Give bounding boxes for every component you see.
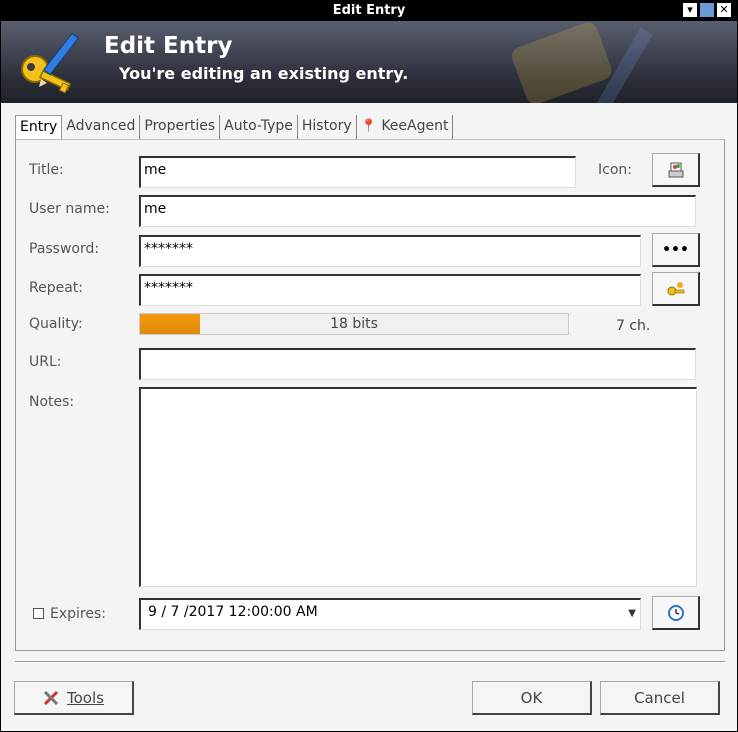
tab-label: KeeAgent	[381, 118, 449, 134]
icon-label: Icon:	[598, 162, 632, 178]
expires-label: Expires:	[50, 606, 106, 622]
notes-field[interactable]	[139, 387, 697, 587]
tab-entry[interactable]: Entry	[15, 115, 63, 140]
menu-icon[interactable]: ▾	[683, 3, 697, 17]
tab-history[interactable]: History	[298, 115, 357, 139]
quality-label: Quality:	[29, 316, 83, 332]
title-field[interactable]: me	[139, 156, 576, 188]
tab-label: Advanced	[66, 118, 136, 134]
expires-checkbox[interactable]	[33, 608, 44, 619]
generate-password-button[interactable]	[652, 272, 700, 306]
window-controls: ▾ ✕	[683, 3, 731, 17]
cancel-label: Cancel	[634, 688, 685, 707]
quality-meter: 18 bits	[139, 313, 569, 335]
toggle-password-button[interactable]: •••	[652, 233, 700, 267]
window-title: Edit Entry	[332, 3, 406, 18]
ok-label: OK	[520, 688, 543, 707]
tab-label: Auto-Type	[224, 118, 293, 134]
footer-separator	[15, 661, 725, 663]
cancel-button[interactable]: Cancel	[600, 681, 720, 715]
dots-icon: •••	[662, 241, 689, 258]
tab-strip: Entry Advanced Properties Auto-Type Hist…	[15, 115, 454, 140]
banner-watermark-icon	[511, 22, 653, 103]
tab-auto-type[interactable]: Auto-Type	[220, 115, 298, 139]
pin-icon: 📍	[360, 119, 377, 134]
char-count: 7 ch.	[616, 318, 651, 334]
quality-text: 18 bits	[330, 316, 378, 332]
maximize-icon[interactable]	[700, 3, 714, 17]
url-field[interactable]	[139, 348, 696, 380]
repeat-field[interactable]: *******	[139, 274, 641, 306]
edit-entry-window: Edit Entry ▾ ✕ Edit Entry You're editing…	[0, 0, 738, 732]
banner-title: Edit Entry	[104, 33, 233, 59]
close-icon[interactable]: ✕	[717, 3, 731, 17]
entry-icon	[668, 162, 683, 177]
url-label: URL:	[29, 354, 62, 370]
username-field[interactable]: me	[139, 195, 696, 227]
expires-datetime-field[interactable]: 9 / 7 /2017 12:00:00 AM ▼	[139, 598, 641, 630]
chevron-down-icon[interactable]: ▼	[628, 608, 636, 619]
password-label: Password:	[29, 241, 100, 257]
expires-value: 9 / 7 /2017 12:00:00 AM	[148, 604, 318, 620]
header-banner: Edit Entry You're editing an existing en…	[1, 21, 737, 103]
banner-subtitle: You're editing an existing entry.	[119, 64, 409, 83]
username-label: User name:	[29, 201, 110, 217]
tools-button[interactable]: Tools	[14, 681, 134, 715]
icon-picker-button[interactable]	[652, 153, 700, 187]
ok-button[interactable]: OK	[472, 681, 592, 715]
tab-label: Properties	[144, 118, 216, 134]
title-label: Title:	[29, 162, 64, 178]
tab-keeagent[interactable]: 📍 KeeAgent	[357, 115, 454, 139]
clock-icon	[667, 604, 684, 621]
tab-label: Entry	[20, 119, 58, 135]
password-field[interactable]: *******	[139, 235, 641, 267]
repeat-label: Repeat:	[29, 280, 83, 296]
tab-properties[interactable]: Properties	[140, 115, 221, 139]
tools-icon	[43, 690, 59, 705]
title-bar: Edit Entry ▾ ✕	[1, 1, 737, 21]
key-generator-icon	[667, 281, 684, 295]
tab-advanced[interactable]: Advanced	[62, 115, 141, 139]
tab-label: History	[301, 118, 352, 134]
expiry-presets-button[interactable]	[652, 596, 700, 630]
key-pencil-icon	[21, 32, 80, 94]
notes-label: Notes:	[29, 394, 75, 410]
tools-label: Tools	[67, 688, 104, 707]
